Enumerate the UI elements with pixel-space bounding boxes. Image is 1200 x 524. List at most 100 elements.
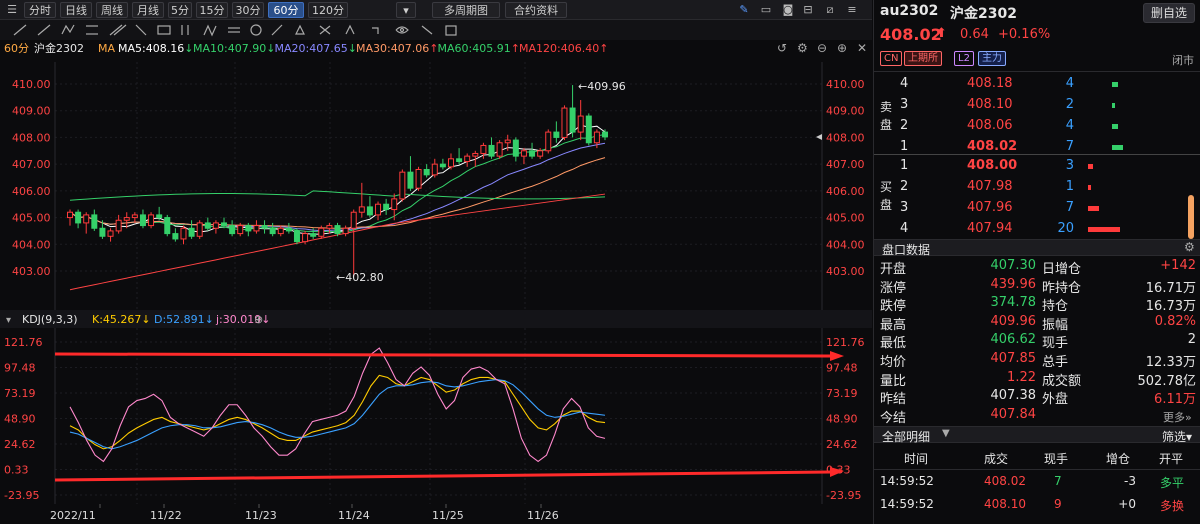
y-tick-right-2: 408.00 (826, 131, 865, 144)
period-button-0[interactable]: 分时 (24, 2, 56, 18)
list-icon[interactable]: ≡ (844, 2, 860, 18)
period-button-4[interactable]: 5分 (168, 2, 192, 18)
ma-legend-4: MA60:405.91↑ (438, 42, 520, 55)
ruler-icon[interactable]: ⧄ (822, 2, 838, 18)
quote-value: +142 (1160, 258, 1196, 273)
quote-label: 总手 (1042, 355, 1069, 370)
market-status: 闭市 (1172, 54, 1194, 67)
dropdown-button[interactable]: ▾ (396, 2, 416, 18)
candle (148, 212, 155, 229)
draw-icon[interactable]: ✎ (736, 2, 752, 18)
y-tick-left-2: 408.00 (12, 131, 51, 144)
kdj-tick-left-1: 97.48 (4, 361, 36, 374)
asks-row[interactable]: 4 408.18 4 (874, 74, 1200, 95)
level: 4 (900, 221, 909, 236)
annotation-arrow-top (54, 352, 831, 358)
asks-row[interactable]: 3 408.10 2 (874, 95, 1200, 116)
low-annotation: ←402.80 (336, 271, 384, 284)
quote-settings-icon[interactable]: ⚙ (1184, 240, 1195, 254)
quote-label: 跌停 (880, 299, 907, 315)
drawing-tools-row (0, 20, 872, 40)
quote-label: 昨持仓 (1042, 280, 1082, 296)
quote-title: 盘口数据 (882, 243, 931, 257)
bids-row[interactable]: 2 407.98 1 (874, 177, 1200, 198)
quote-value: 2 (1187, 332, 1196, 348)
lock-icon[interactable]: ⊟ (800, 2, 816, 18)
candle (196, 220, 203, 239)
volume: 3 (1065, 158, 1074, 173)
period-button-3[interactable]: 月线 (132, 2, 164, 18)
period-button-8[interactable]: 120分 (308, 2, 348, 18)
menu-icon[interactable]: ☰ (4, 2, 20, 18)
zoom-out-icon[interactable]: ⊖ (817, 41, 827, 55)
up-arrow-icon: ⬆ (936, 26, 947, 41)
undo-icon[interactable]: ↺ (777, 41, 787, 55)
bids-row[interactable]: 3 407.96 7 (874, 198, 1200, 219)
price-change-pct: +0.16% (998, 27, 1051, 42)
price: 407.94 (967, 221, 1013, 236)
config-icon[interactable]: ⚙ (797, 41, 808, 55)
level: 1 (900, 158, 909, 173)
quote-value: 407.38 (990, 388, 1037, 404)
level: 3 (900, 200, 909, 215)
kdj-collapse-icon[interactable]: ▾ (6, 315, 11, 326)
kdj-tick-right-4: 24.62 (826, 438, 858, 451)
multi-period-button[interactable]: 多周期图 (432, 2, 500, 18)
kdj-tick-left-6: -23.95 (4, 489, 39, 502)
quote-value: 16.73万 (1145, 299, 1196, 315)
close-chart-icon[interactable]: ✕ (857, 41, 867, 55)
price: 408.06 (967, 118, 1013, 133)
filter-button[interactable]: 筛选▾ (1162, 428, 1192, 445)
y-tick-right-5: 405.00 (826, 212, 865, 225)
y-tick-right-4: 406.00 (826, 185, 865, 198)
quote-label: 最低 (880, 336, 907, 352)
quote-label: 外盘 (1042, 392, 1069, 408)
kdj-tick-right-3: 48.90 (826, 413, 858, 426)
zoom-in-icon[interactable]: ⊕ (837, 41, 847, 55)
detail-delta: -3 (1124, 474, 1136, 488)
y-tick-left-3: 407.00 (12, 158, 51, 171)
remove-watchlist-button[interactable]: 删自选 (1143, 3, 1195, 23)
y-tick-right-0: 410.00 (826, 78, 865, 91)
quote-label: 最高 (880, 317, 907, 333)
quote-label: 均价 (880, 355, 907, 370)
detail-price: 408.02 (984, 474, 1026, 488)
period-button-2[interactable]: 周线 (96, 2, 128, 18)
period-label: 60分 (4, 42, 29, 55)
volume-bar (1088, 227, 1120, 232)
x-label-1: 11/22 (150, 509, 182, 522)
more-link[interactable]: 更多» (1163, 409, 1192, 425)
quote-label: 振幅 (1042, 317, 1069, 333)
quote-label: 开盘 (880, 262, 907, 277)
level: 1 (900, 139, 909, 154)
scrollbar-thumb[interactable] (1188, 195, 1194, 239)
kdj-close-icon[interactable]: ⊕ (254, 313, 263, 326)
quote-value: 407.30 (990, 258, 1037, 273)
kdj-chart[interactable]: ▾ KDJ(9,3,3) K:45.267↓ D:52.891↓ j:30.01… (0, 310, 872, 504)
y-tick-left-7: 403.00 (12, 265, 51, 278)
period-button-1[interactable]: 日线 (60, 2, 92, 18)
bids-row[interactable]: 1 408.00 3 (874, 156, 1200, 177)
period-button-5[interactable]: 15分 (196, 2, 228, 18)
ma-legend-0: MA5:408.16↓ (118, 42, 193, 55)
volume-bar (1088, 185, 1091, 190)
asks-row[interactable]: 2 408.06 4 (874, 116, 1200, 137)
bids-row[interactable]: 4 407.94 20 (874, 219, 1200, 240)
price-chart[interactable]: 410.00 410.00 409.00 409.00 408.00 408.00 407.… (0, 40, 872, 310)
detail-dropdown-icon[interactable]: ▼ (942, 428, 950, 439)
candle (561, 105, 568, 141)
window-icon[interactable]: ▭ (758, 2, 774, 18)
x-label-3: 11/24 (338, 509, 370, 522)
contract-info-button[interactable]: 合约资料 (505, 2, 567, 18)
volume-bar (1088, 164, 1093, 169)
camera-icon[interactable]: ◙ (780, 2, 796, 18)
candle (415, 166, 422, 191)
badge-exchange: 上期所 (904, 51, 942, 66)
ma-legend-3: MA30:407.06↑ (356, 42, 438, 55)
y-tick-left-0: 410.00 (12, 78, 51, 91)
ma-legend-5: MA120:406.40↑ (519, 42, 608, 55)
badge-l2: L2 (954, 51, 974, 66)
period-button-7[interactable]: 60分 (268, 2, 304, 18)
detail-title[interactable]: 全部明细 (882, 428, 930, 445)
period-button-6[interactable]: 30分 (232, 2, 264, 18)
